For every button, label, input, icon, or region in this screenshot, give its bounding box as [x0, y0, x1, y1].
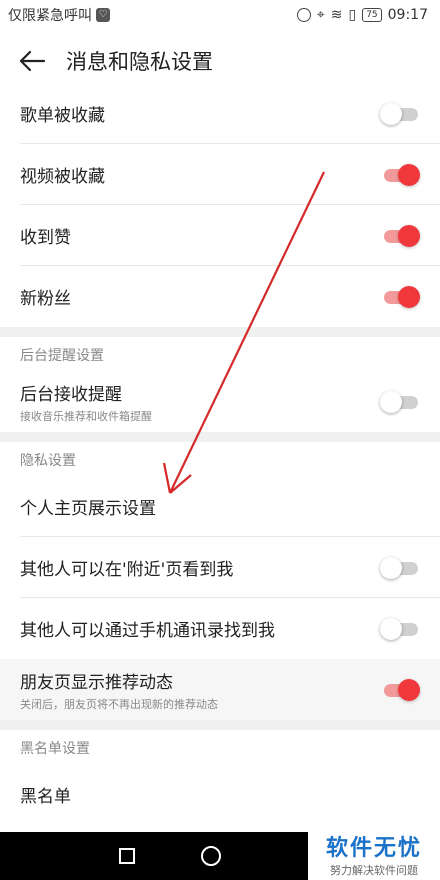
location-pin-icon: ♡	[96, 8, 110, 22]
row-label: 收到赞	[20, 228, 71, 248]
wifi-icon: ≋	[330, 7, 343, 23]
section-gap	[0, 720, 440, 730]
blacklist-row[interactable]: 黑名单	[0, 764, 440, 825]
section-gap	[0, 432, 440, 442]
row-label: 视频被收藏	[20, 167, 105, 187]
page-title: 消息和隐私设置	[66, 50, 213, 74]
row-label: 朋友页显示推荐动态	[20, 672, 173, 693]
section-gap	[0, 327, 440, 337]
watermark: 软件无忧 努力解决软件问题	[308, 828, 440, 880]
contacts-visibility-row[interactable]: 其他人可以通过手机通讯录找到我	[0, 598, 440, 659]
clock: 09:17	[387, 7, 428, 23]
carrier-text: 仅限紧急呼叫	[8, 8, 92, 24]
status-left: 仅限紧急呼叫 ♡	[8, 5, 110, 25]
signal-icon: ▯	[348, 7, 357, 23]
row-label: 其他人可以通过手机通讯录找到我	[20, 621, 275, 641]
section-header-blacklist: 黑名单设置	[20, 741, 90, 757]
toggle-switch[interactable]	[380, 285, 420, 308]
toggle-switch[interactable]	[380, 102, 420, 125]
status-right: ⌖ ≋ ▯ 75 09:17	[296, 7, 428, 23]
friends-recommend-row[interactable]: 朋友页显示推荐动态 关闭后，朋友页将不再出现新的推荐动态	[0, 659, 440, 720]
background-reminder-row[interactable]: 后台接收提醒 接收音乐推荐和收件箱提醒	[0, 371, 440, 432]
toggle-switch[interactable]	[380, 678, 420, 701]
recent-apps-icon[interactable]	[119, 848, 135, 864]
notification-row-video[interactable]: 视频被收藏	[0, 144, 440, 205]
row-label: 个人主页展示设置	[20, 499, 156, 519]
row-label: 黑名单	[20, 787, 71, 807]
settings-list: 歌单被收藏 视频被收藏 收到赞 新粉丝 后台提醒设置 后台接收提醒 接收音乐推荐…	[0, 83, 440, 825]
notification-row-like[interactable]: 收到赞	[0, 205, 440, 266]
row-label: 其他人可以在'附近'页看到我	[20, 560, 234, 580]
toggle-switch[interactable]	[380, 224, 420, 247]
toggle-switch[interactable]	[380, 617, 420, 640]
nfc-icon	[296, 8, 311, 22]
notification-row-fans[interactable]: 新粉丝	[0, 266, 440, 327]
toggle-switch[interactable]	[380, 556, 420, 579]
section-header-background: 后台提醒设置	[20, 348, 104, 364]
notification-row-playlist[interactable]: 歌单被收藏	[0, 83, 440, 144]
status-bar: 仅限紧急呼叫 ♡ ⌖ ≋ ▯ 75 09:17	[0, 0, 440, 30]
row-text: 后台接收提醒 接收音乐推荐和收件箱提醒	[20, 380, 152, 424]
row-label: 歌单被收藏	[20, 106, 105, 126]
row-subtext: 接收音乐推荐和收件箱提醒	[20, 409, 152, 423]
watermark-subtitle: 努力解决软件问题	[330, 864, 418, 877]
watermark-title: 软件无忧	[325, 836, 422, 861]
toggle-switch[interactable]	[380, 163, 420, 186]
row-label: 新粉丝	[20, 289, 71, 309]
battery-icon: 75	[362, 8, 382, 22]
home-icon[interactable]	[201, 846, 221, 866]
row-subtext: 关闭后，朋友页将不再出现新的推荐动态	[20, 697, 218, 711]
row-text: 朋友页显示推荐动态 关闭后，朋友页将不再出现新的推荐动态	[20, 668, 218, 712]
nearby-visibility-row[interactable]: 其他人可以在'附近'页看到我	[0, 537, 440, 598]
toggle-switch[interactable]	[380, 390, 420, 413]
location-icon: ⌖	[316, 7, 325, 23]
section-header-privacy: 隐私设置	[20, 453, 76, 469]
row-label: 后台接收提醒	[20, 384, 122, 405]
profile-display-row[interactable]: 个人主页展示设置	[0, 476, 440, 537]
